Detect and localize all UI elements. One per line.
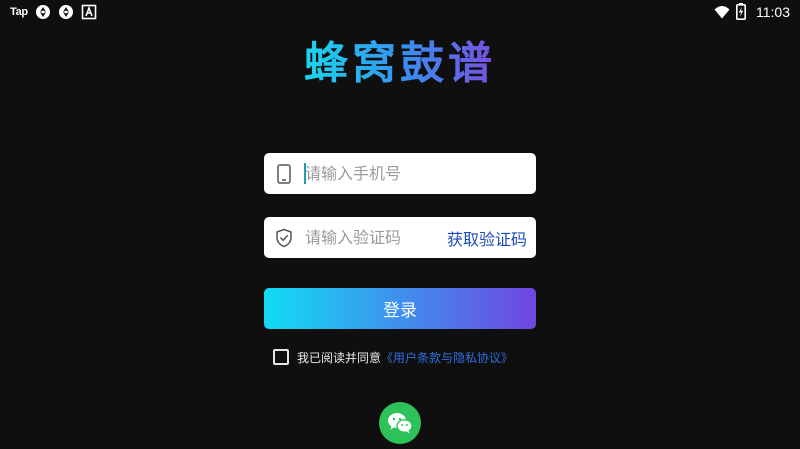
agreement-checkbox[interactable] bbox=[273, 349, 289, 365]
status-right: 11:03 bbox=[714, 3, 790, 20]
phone-input[interactable] bbox=[305, 153, 536, 194]
status-clock: 11:03 bbox=[756, 3, 790, 20]
code-input[interactable] bbox=[305, 217, 447, 258]
status-bar: Tap 11:03 bbox=[0, 0, 800, 24]
font-app-icon bbox=[81, 4, 97, 20]
wechat-icon bbox=[388, 413, 413, 434]
agreement-row: 我已阅读并同意 《用户条款与隐私协议》 bbox=[273, 348, 513, 366]
get-code-button[interactable]: 获取验证码 bbox=[447, 226, 527, 250]
sync-icon bbox=[35, 5, 50, 19]
app-title: 蜂窝鼓谱 bbox=[0, 34, 800, 94]
phone-icon bbox=[273, 163, 295, 185]
wechat-login-button[interactable] bbox=[379, 402, 421, 444]
agreement-text: 我已阅读并同意 bbox=[297, 350, 382, 365]
text-caret bbox=[304, 163, 306, 184]
wifi-icon bbox=[714, 5, 730, 18]
tap-app-icon: Tap bbox=[10, 6, 28, 18]
shield-icon bbox=[273, 227, 295, 249]
app-title-text: 蜂窝鼓谱 bbox=[304, 38, 496, 89]
status-left: Tap bbox=[10, 4, 97, 20]
battery-charging-icon bbox=[736, 3, 746, 20]
terms-privacy-link[interactable]: 《用户条款与隐私协议》 bbox=[381, 349, 513, 366]
login-screen: Tap 11:03 蜂窝鼓谱 请输入手机号 请输入验证码 获取验证码 登录 我已… bbox=[0, 0, 800, 449]
sync-icon bbox=[58, 5, 73, 19]
login-button[interactable]: 登录 bbox=[264, 288, 536, 329]
code-input-row[interactable]: 获取验证码 bbox=[264, 217, 536, 258]
